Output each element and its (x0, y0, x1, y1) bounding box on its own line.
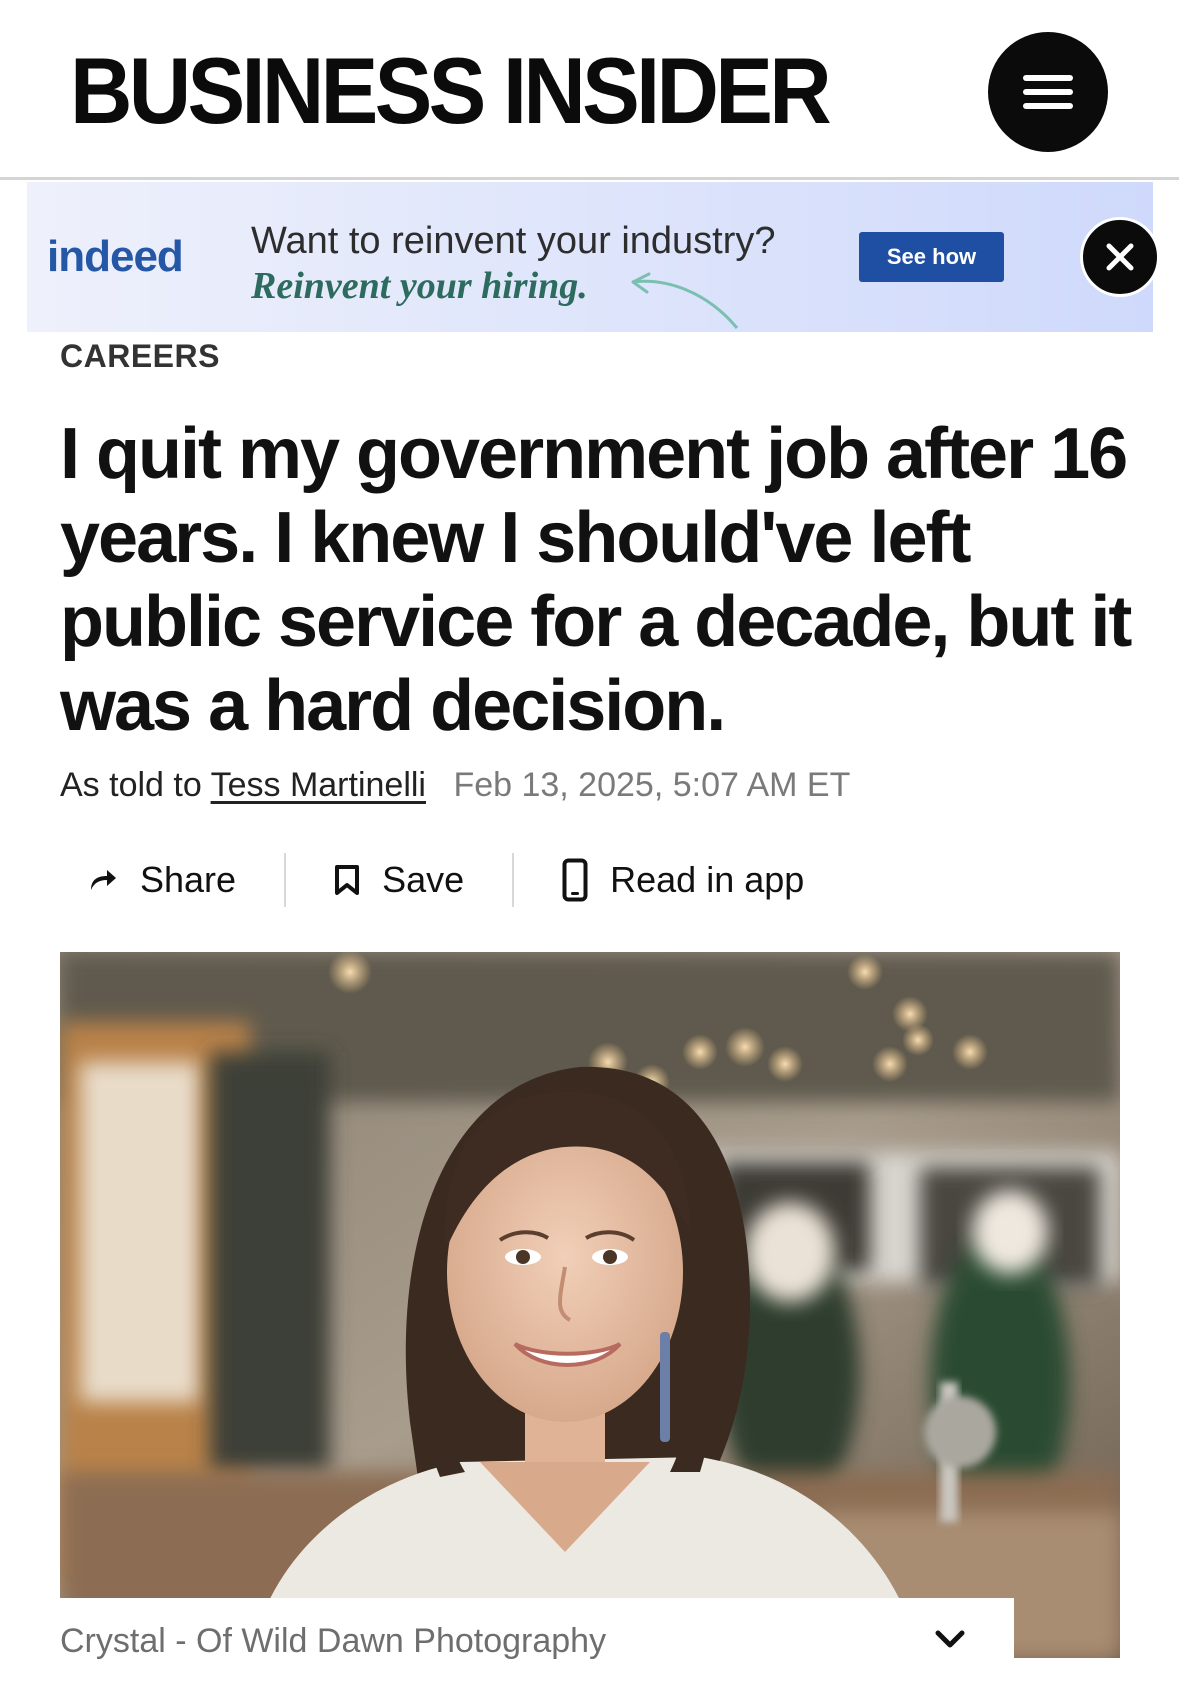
save-button[interactable]: Save (334, 850, 464, 910)
article-headline: I quit my government job after 16 years.… (60, 414, 1132, 746)
menu-button[interactable] (988, 32, 1108, 152)
action-divider (512, 853, 515, 907)
ad-headline: Want to reinvent your industry? (251, 220, 776, 262)
author-link[interactable]: Tess Martinelli (211, 766, 426, 804)
read-in-app-button[interactable]: Read in app (562, 850, 804, 910)
close-x-icon (1106, 243, 1134, 271)
ad-banner[interactable]: indeed Want to reinvent your industry? R… (27, 182, 1153, 332)
chevron-down-icon[interactable] (934, 1628, 966, 1650)
article-hero-image[interactable] (60, 952, 1120, 1658)
byline-prefix: As told to (60, 766, 202, 804)
ad-cta-button[interactable]: See how (859, 232, 1004, 282)
ad-arrow-icon (631, 272, 739, 329)
publish-date: Feb 13, 2025, 5:07 AM ET (453, 766, 851, 804)
phone-icon (562, 858, 588, 902)
hero-photo-illustration (60, 952, 1120, 1658)
save-label: Save (382, 859, 465, 900)
read-in-app-label: Read in app (610, 859, 805, 900)
article-actions: Share Save Read in app (60, 850, 804, 910)
share-button[interactable]: Share (88, 850, 236, 910)
action-divider (284, 853, 287, 907)
share-label: Share (140, 859, 237, 900)
photo-caption: Crystal - Of Wild Dawn Photography (60, 1622, 607, 1660)
ad-brand-logo: indeed (47, 232, 184, 281)
site-logo[interactable]: BUSINESS INSIDER (70, 44, 832, 138)
ad-tagline: Reinvent your hiring. (251, 265, 588, 307)
bookmark-icon (335, 865, 360, 895)
share-arrow-icon (91, 870, 116, 890)
section-label[interactable]: CAREERS (60, 338, 220, 375)
site-header: BUSINESS INSIDER (0, 0, 1179, 180)
ad-close-button[interactable] (1080, 217, 1160, 297)
byline: As told to Tess Martinelli Feb 13, 2025,… (60, 766, 850, 805)
hamburger-menu-icon (1023, 75, 1073, 109)
